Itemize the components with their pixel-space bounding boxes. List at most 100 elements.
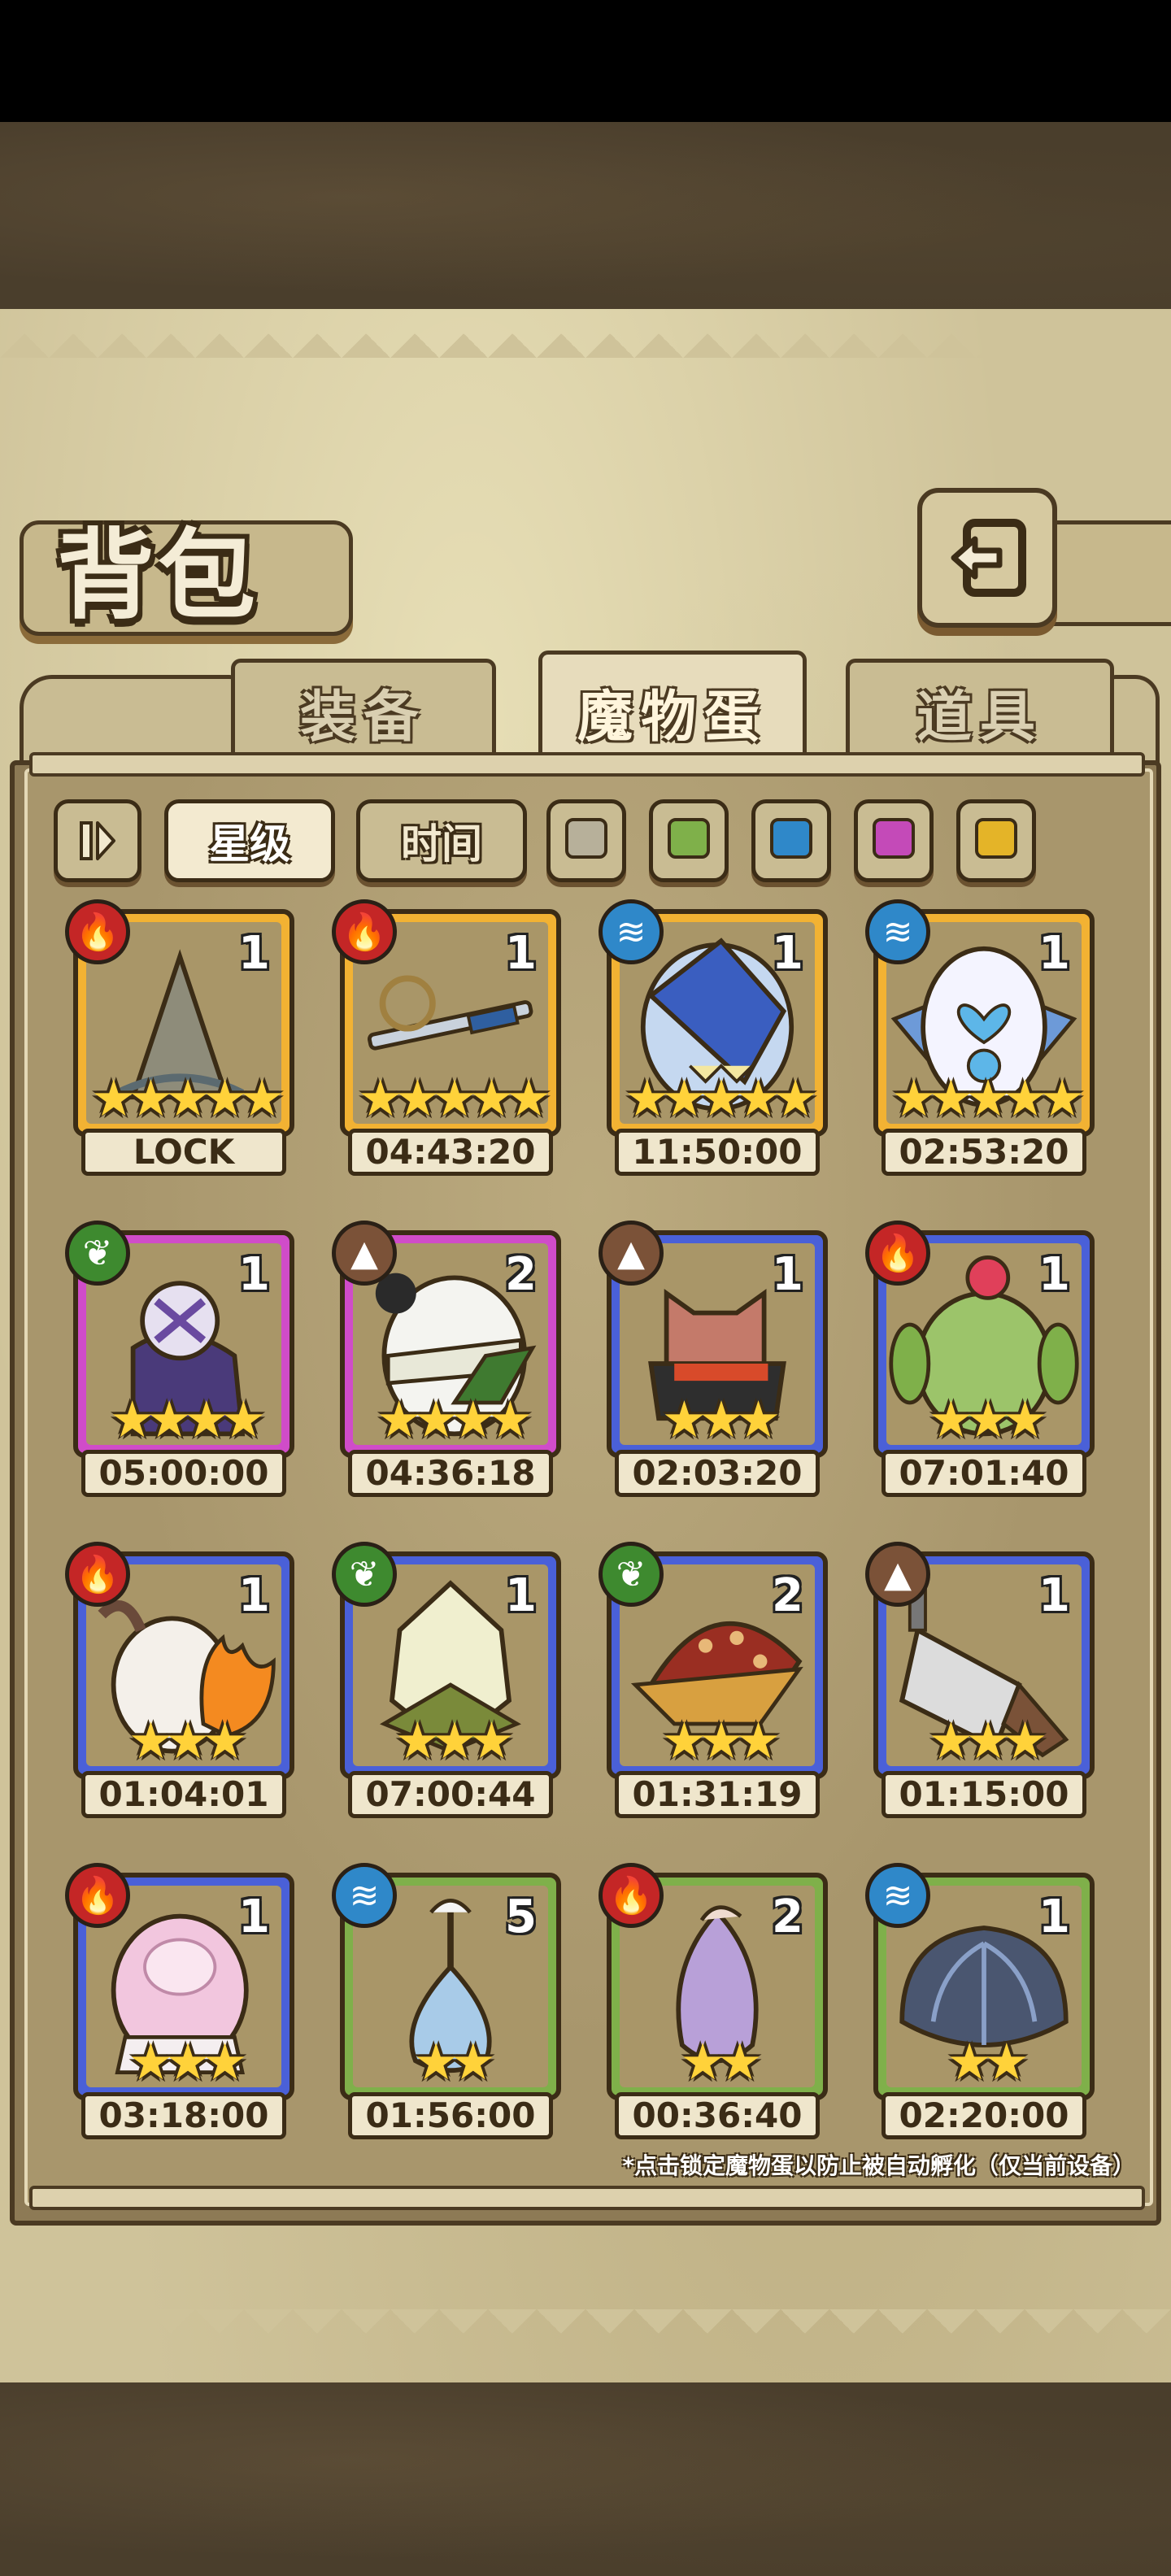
leaf-element-icon: ❦ [599,1542,664,1607]
star-rating: ★★★★★ [625,1068,818,1128]
hatch-timer: 04:43:20 [348,1129,553,1176]
filter-color-green[interactable] [649,799,729,882]
fire-element-icon: 🔥 [65,1863,130,1928]
purple-swatch-icon [873,818,915,859]
lock-hint-note: *点击锁定魔物蛋以防止被自动孵化（仅当前设备） [622,2152,1135,2179]
leaf-element-icon: ❦ [332,1542,397,1607]
hatch-timer: 01:56:00 [348,2092,553,2139]
egg-card[interactable]: 1 ★★★ ❦ 07:00:44 [332,1542,561,1820]
tab-items[interactable]: 道具 [846,659,1114,760]
back-button[interactable] [917,488,1057,628]
egg-count: 1 [1038,1891,1070,1943]
map-background-top [0,122,1171,309]
panel-rail-bottom [29,2186,1145,2210]
water-element-icon: ≋ [332,1863,397,1928]
egg-count: 2 [772,1569,803,1622]
sort-by-time-label: 时间 [401,820,482,868]
egg-count: 1 [772,1248,803,1301]
egg-count: 5 [505,1891,537,1943]
star-rating: ★★★★ [376,1390,533,1449]
torn-edge-top [0,309,1171,358]
sort-by-star-label: 星级 [209,820,290,868]
star-rating: ★★★ [928,1711,1048,1770]
egg-count: 1 [238,1248,270,1301]
green-swatch-icon [668,818,710,859]
egg-count: 1 [238,1891,270,1943]
egg-card[interactable]: 1 ★★★ 🔥 07:01:40 [865,1221,1095,1499]
egg-count: 2 [772,1891,803,1943]
egg-count: 1 [1038,927,1070,980]
star-rating: ★★ [413,2032,495,2091]
hatch-timer: 11:50:00 [615,1129,820,1176]
star-rating: ★★★★★ [91,1068,285,1128]
filter-color-purple[interactable] [854,799,934,882]
tab-monster-eggs[interactable]: 魔物蛋 [538,651,807,768]
water-element-icon: ≋ [599,899,664,964]
sort-order-toggle[interactable] [54,799,141,882]
hatch-timer: 05:00:00 [81,1450,286,1497]
star-rating: ★★★★★ [891,1068,1085,1128]
gray-swatch-icon [565,818,607,859]
tab-monster-eggs-label: 魔物蛋 [577,684,768,750]
star-rating: ★★★ [661,1711,781,1770]
gold-swatch-icon [975,818,1017,859]
egg-count: 1 [238,1569,270,1622]
star-rating: ★★★ [928,1390,1048,1449]
egg-card[interactable]: 1 ★★★★★ 🔥 LOCK [65,899,294,1177]
egg-count: 1 [772,927,803,980]
hatch-timer: 04:36:18 [348,1450,553,1497]
egg-card[interactable]: 2 ★★ 🔥 00:36:40 [599,1863,828,2141]
egg-count: 1 [1038,1248,1070,1301]
egg-card[interactable]: 1 ★★★ ▲ 01:15:00 [865,1542,1095,1820]
egg-count: 1 [505,1569,537,1622]
leaf-element-icon: ❦ [65,1221,130,1286]
hatch-timer: 00:36:40 [615,2092,820,2139]
egg-count: 2 [505,1248,537,1301]
egg-card[interactable]: 2 ★★★★ ▲ 04:36:18 [332,1221,561,1499]
sort-by-time-button[interactable]: 时间 [356,799,527,882]
egg-card[interactable]: 2 ★★★ ❦ 01:31:19 [599,1542,828,1820]
water-element-icon: ≋ [865,899,930,964]
star-rating: ★★ [680,2032,762,2091]
earth-element-icon: ▲ [332,1221,397,1286]
tab-equipment[interactable]: 装备 [231,659,496,760]
fire-element-icon: 🔥 [332,899,397,964]
fire-element-icon: 🔥 [65,899,130,964]
hatch-timer: 07:01:40 [882,1450,1086,1497]
egg-count: 1 [505,927,537,980]
filter-color-gray[interactable] [546,799,626,882]
star-rating: ★★★★★ [358,1068,551,1128]
hatch-timer: LOCK [81,1129,286,1176]
egg-card[interactable]: 1 ★★ ≋ 02:20:00 [865,1863,1095,2141]
egg-card[interactable]: 1 ★★★★ ❦ 05:00:00 [65,1221,294,1499]
page-title: 背包 [57,518,259,633]
star-rating: ★★★★ [109,1390,266,1449]
tab-equipment-label: 装备 [299,684,427,750]
egg-card[interactable]: 1 ★★★ 🔥 03:18:00 [65,1863,294,2141]
fire-element-icon: 🔥 [599,1863,664,1928]
hatch-timer: 01:04:01 [81,1771,286,1818]
hatch-timer: 01:31:19 [615,1771,820,1818]
egg-card[interactable]: 1 ★★★ 🔥 01:04:01 [65,1542,294,1820]
egg-card[interactable]: 1 ★★★★★ ≋ 11:50:00 [599,899,828,1177]
hatch-timer: 02:20:00 [882,2092,1086,2139]
fire-element-icon: 🔥 [65,1542,130,1607]
egg-count: 1 [238,927,270,980]
status-bar [0,0,1171,122]
hatch-timer: 02:03:20 [615,1450,820,1497]
water-element-icon: ≋ [865,1863,930,1928]
return-arrow-icon [951,519,1026,597]
star-rating: ★★★ [394,1711,515,1770]
filter-color-gold[interactable] [956,799,1036,882]
star-rating: ★★★ [128,2032,248,2091]
earth-element-icon: ▲ [599,1221,664,1286]
egg-card[interactable]: 1 ★★★★★ ≋ 02:53:20 [865,899,1095,1177]
filter-color-blue[interactable] [751,799,831,882]
egg-card[interactable]: 1 ★★★★★ 🔥 04:43:20 [332,899,561,1177]
hatch-timer: 03:18:00 [81,2092,286,2139]
egg-card[interactable]: 1 ★★★ ▲ 02:03:20 [599,1221,828,1499]
sort-by-star-button[interactable]: 星级 [164,799,335,882]
hatch-timer: 07:00:44 [348,1771,553,1818]
tab-items-label: 道具 [916,684,1043,750]
egg-card[interactable]: 5 ★★ ≋ 01:56:00 [332,1863,561,2141]
